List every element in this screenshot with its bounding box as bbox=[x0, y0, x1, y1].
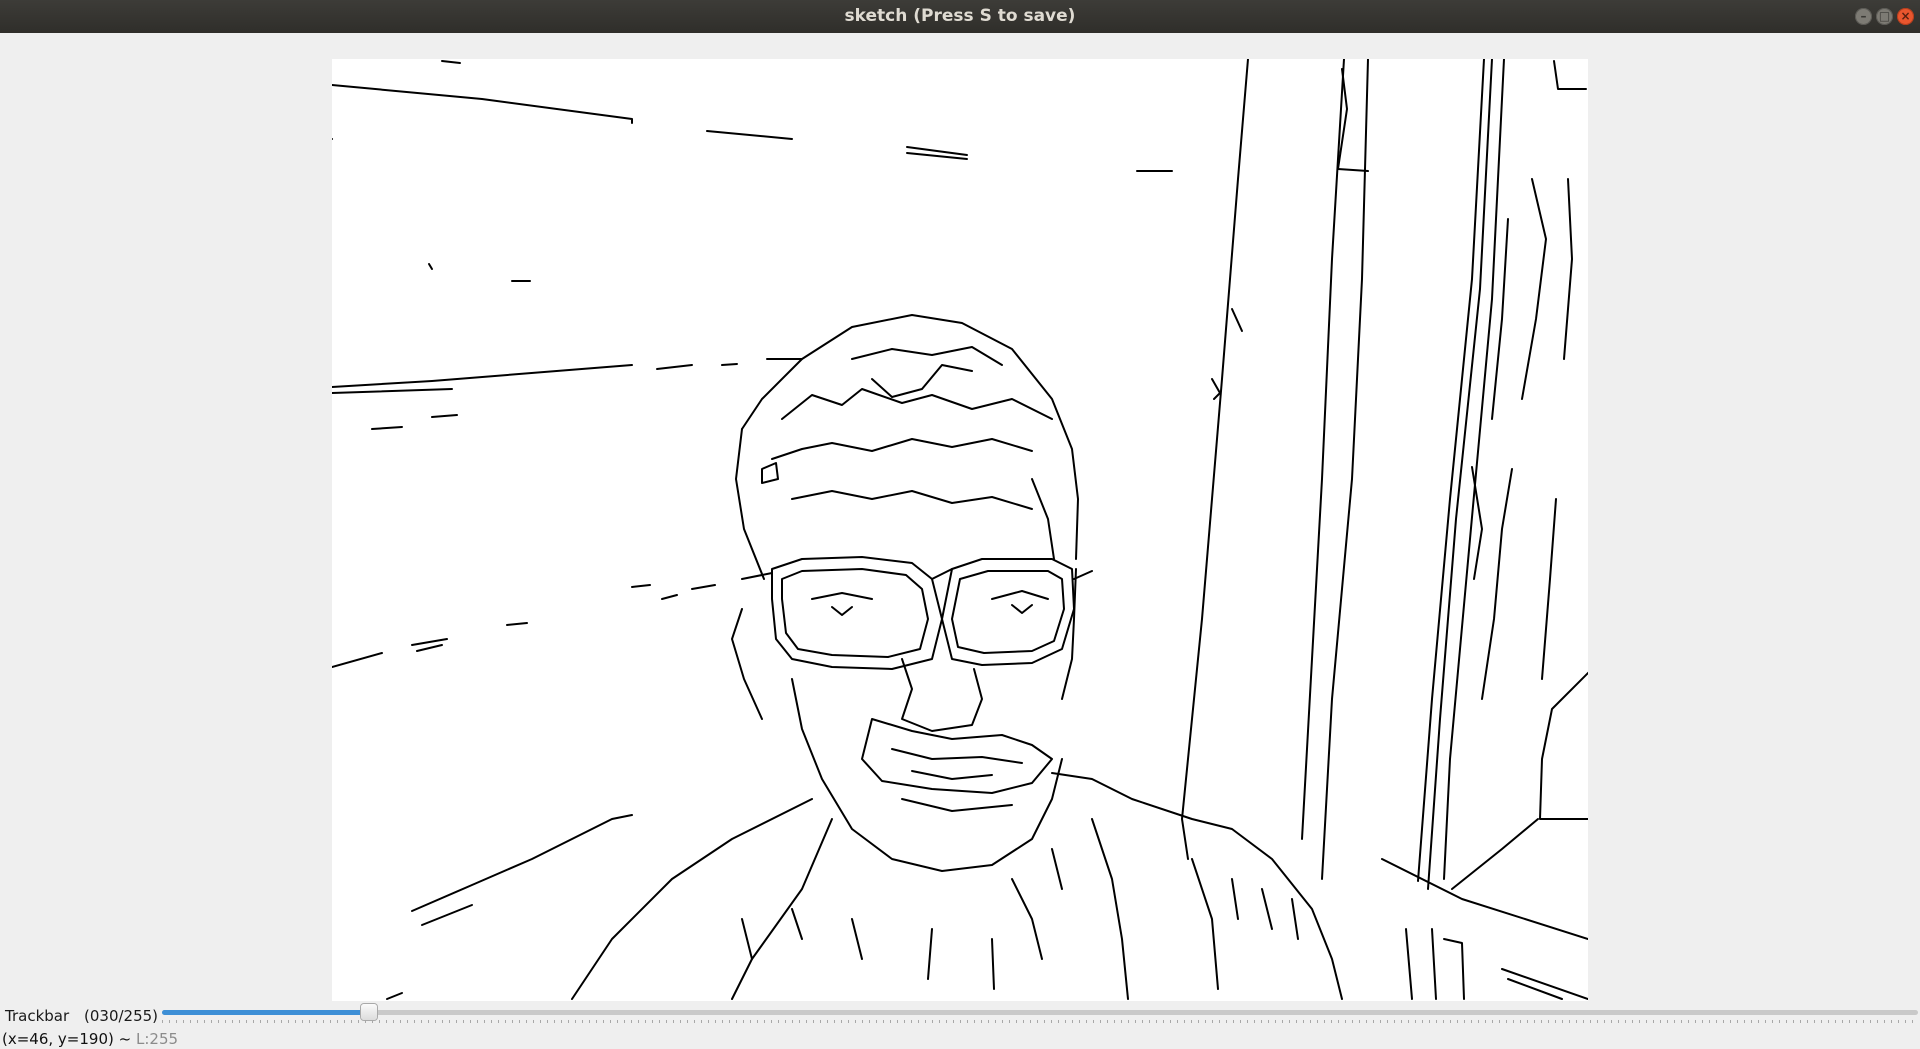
trackbar-ticks bbox=[162, 1020, 1918, 1023]
status-separator: ~ bbox=[118, 1030, 132, 1048]
status-bar: (x=46, y=190) ~ L:255 bbox=[0, 1029, 1920, 1049]
close-button[interactable]: × bbox=[1897, 8, 1914, 25]
app-window: sketch (Press S to save) – □ × Trackbar … bbox=[0, 0, 1920, 1049]
minimize-button[interactable]: – bbox=[1855, 8, 1872, 25]
trackbar-label: Trackbar bbox=[5, 1007, 70, 1025]
trackbar-handle[interactable] bbox=[361, 1004, 377, 1020]
window-title: sketch (Press S to save) bbox=[844, 6, 1076, 26]
status-text: (x=46, y=190) ~ L:255 bbox=[2, 1030, 178, 1048]
cursor-coordinates: (x=46, y=190) bbox=[2, 1030, 114, 1048]
window-controls: – □ × bbox=[1855, 8, 1914, 25]
trackbar-slider[interactable] bbox=[162, 1004, 1918, 1020]
pixel-level: L:255 bbox=[136, 1030, 179, 1048]
trackbar: Trackbar (030/255) bbox=[0, 1001, 1920, 1029]
title-bar[interactable]: sketch (Press S to save) – □ × bbox=[0, 0, 1920, 33]
maximize-button[interactable]: □ bbox=[1876, 8, 1893, 25]
trackbar-value: (030/255) bbox=[84, 1007, 159, 1025]
sketch-image-canvas[interactable] bbox=[332, 59, 1588, 1001]
edge-sketch-image bbox=[332, 59, 1588, 1000]
trackbar-fill bbox=[162, 1010, 369, 1015]
